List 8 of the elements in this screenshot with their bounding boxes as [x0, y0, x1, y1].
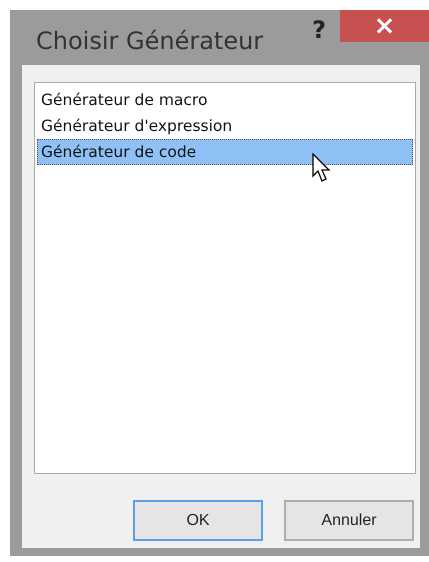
list-item[interactable]: Générateur d'expression — [37, 113, 413, 139]
help-button[interactable]: ? — [308, 16, 330, 44]
list-item[interactable]: Générateur de macro — [37, 87, 413, 113]
list-item[interactable]: Générateur de code — [37, 139, 413, 165]
dialog-button[interactable]: Annuler — [284, 500, 414, 541]
window-title: Choisir Générateur — [36, 26, 264, 54]
dialog-button[interactable]: OK — [133, 500, 263, 541]
close-button[interactable]: × — [340, 10, 429, 42]
